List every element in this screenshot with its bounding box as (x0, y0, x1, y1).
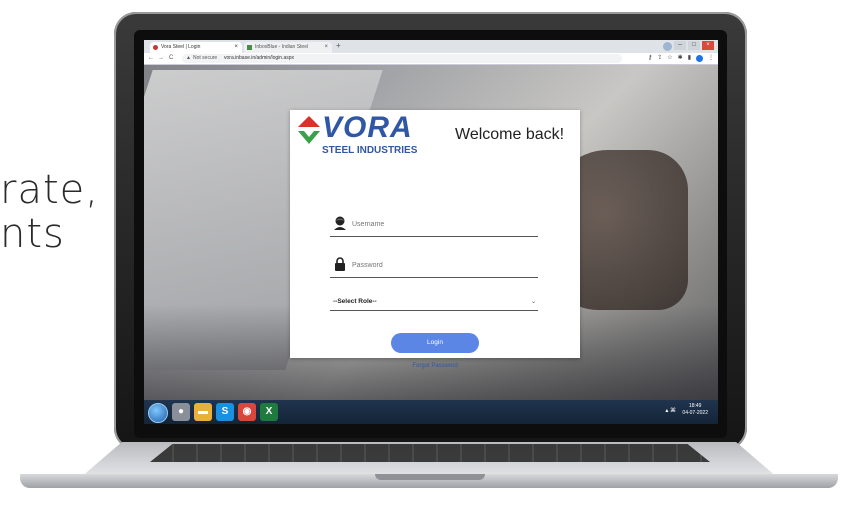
window-controls: – □ × (674, 41, 714, 51)
background-text-line-1: rate, (0, 167, 99, 213)
laptop-keyboard (150, 444, 710, 462)
sidepanel-icon[interactable]: ▮ (688, 53, 691, 64)
username-input[interactable] (352, 216, 532, 232)
login-button[interactable]: Login (391, 333, 479, 353)
user-icon (334, 216, 346, 230)
background-headline: rate, nts (0, 168, 99, 256)
tab-title: InboxBlue - Indian Steel (255, 44, 309, 50)
laptop-notch (375, 474, 485, 480)
forgot-password-link[interactable]: Forgot Password (290, 363, 580, 369)
laptop-screen: Vora Steel | Login × InboxBlue - Indian … (144, 40, 718, 424)
site-favicon-icon (247, 45, 252, 50)
welcome-heading: Welcome back! (455, 126, 565, 143)
chevron-down-icon: ⌄ (530, 299, 536, 305)
tray-icons[interactable]: ▴ ⌘ (665, 407, 676, 414)
background-text-line-2: nts (0, 211, 65, 257)
login-card-header: VORA STEEL INDUSTRIES Welcome back! (290, 110, 580, 160)
warning-icon[interactable]: ▲ (186, 54, 191, 63)
role-select-value: --Select Role-- (333, 298, 377, 305)
url-text[interactable]: vora.inbase.in/admin/login.aspx (224, 54, 294, 63)
username-field[interactable] (330, 214, 538, 237)
not-secure-label: Not secure (193, 55, 218, 61)
taskbar-clock[interactable]: 18:49 04-07-2022 (682, 403, 708, 417)
login-card: VORA STEEL INDUSTRIES Welcome back! User… (290, 110, 580, 369)
folder-icon[interactable]: ▬ (194, 403, 212, 421)
start-button[interactable] (148, 403, 168, 423)
browser-tab-inactive[interactable]: InboxBlue - Indian Steel × (244, 42, 332, 53)
tab-close-icon[interactable]: × (324, 42, 328, 53)
brand-name: VORA (322, 111, 413, 144)
profile-avatar[interactable] (663, 42, 672, 51)
laptop-lid: Vora Steel | Login × InboxBlue - Indian … (114, 12, 747, 450)
menu-icon[interactable]: ⋮ (708, 53, 714, 64)
vora-logo-mark-icon (298, 116, 320, 144)
browser-tab-active[interactable]: Vora Steel | Login × (150, 42, 242, 53)
browser-toolbar: ← → C ▲ Not secure vora.inbase.in/admin/… (144, 53, 718, 65)
profile-icon[interactable] (696, 55, 703, 62)
role-select[interactable]: --Select Role-- ⌄ (330, 294, 538, 311)
browser-tab-strip: Vora Steel | Login × InboxBlue - Indian … (144, 40, 718, 53)
taskbar-app-paint[interactable]: ● (172, 403, 190, 421)
extension-icon[interactable]: ✱ (678, 53, 683, 64)
windows-taskbar: ● ▬ S ◉ X ▴ ⌘ 18:49 04-07-2022 (144, 400, 718, 424)
star-icon[interactable]: ☆ (667, 53, 672, 64)
brand-tagline: STEEL INDUSTRIES (322, 145, 418, 156)
new-tab-button[interactable]: + (336, 41, 341, 50)
address-bar[interactable]: ▲ Not secure vora.inbase.in/admin/login.… (182, 54, 622, 63)
close-window-button[interactable]: × (702, 41, 714, 50)
key-icon[interactable]: ⚷ (648, 53, 652, 64)
vora-logo: VORA STEEL INDUSTRIES (298, 111, 418, 156)
screen-bezel: Vora Steel | Login × InboxBlue - Indian … (134, 30, 727, 438)
site-favicon-icon (153, 45, 158, 50)
forward-button[interactable]: → (158, 53, 164, 64)
clock-date: 04-07-2022 (682, 410, 708, 416)
lock-icon (335, 257, 345, 271)
tab-close-icon[interactable]: × (234, 42, 238, 53)
tab-title: Vora Steel | Login (161, 44, 201, 50)
excel-icon[interactable]: X (260, 403, 278, 421)
reload-button[interactable]: C (169, 53, 173, 64)
back-button[interactable]: ← (148, 53, 154, 64)
clock-time: 18:49 (688, 403, 702, 409)
share-icon[interactable]: ⇪ (657, 53, 662, 64)
minimize-button[interactable]: – (674, 41, 686, 50)
skype-icon[interactable]: S (216, 403, 234, 421)
password-field[interactable] (330, 255, 538, 278)
password-input[interactable] (352, 257, 532, 273)
chrome-icon[interactable]: ◉ (238, 403, 256, 421)
browser-toolbar-icons: ⚷ ⇪ ☆ ✱ ▮ ⋮ (648, 53, 714, 64)
maximize-button[interactable]: □ (688, 41, 700, 50)
laptop-base (20, 434, 838, 492)
